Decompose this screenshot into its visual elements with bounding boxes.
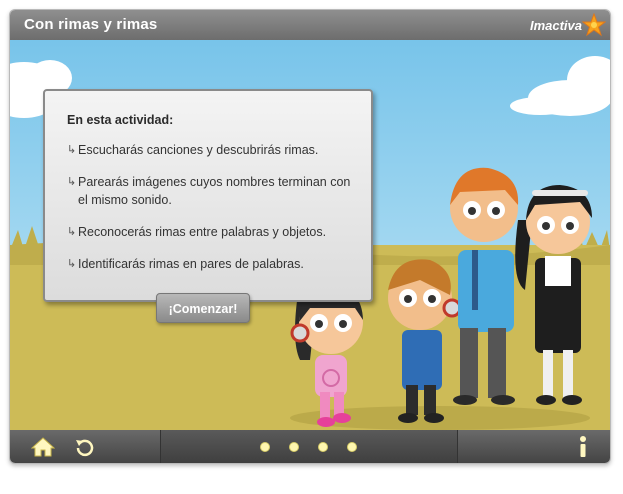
bullet-arrow-icon: ↳ — [67, 226, 77, 238]
info-icon — [580, 435, 586, 457]
bullet-arrow-icon: ↳ — [67, 176, 77, 188]
app-title: Con rimas y rimas — [24, 16, 158, 33]
replay-icon — [76, 439, 94, 456]
list-item: ↳ Escucharás canciones y descubrirás rim… — [67, 143, 319, 157]
page-dot[interactable] — [318, 442, 328, 452]
page-dot[interactable] — [347, 442, 357, 452]
list-item: ↳ Identificarás rimas en pares de palabr… — [67, 257, 304, 271]
page-dot[interactable] — [289, 442, 299, 452]
brand-logo: Imactiva — [530, 13, 606, 37]
list-item: ↳ Parearás imágenes cuyos nombres termin… — [67, 175, 351, 207]
list-item: ↳ Reconocerás rimas entre palabras y obj… — [67, 225, 327, 239]
activity-info-panel: En esta actividad: ↳ Escucharás cancione… — [43, 89, 373, 302]
star-icon — [582, 13, 606, 37]
app-frame: Con rimas y rimas Imactiva En esta activ… — [9, 9, 611, 464]
bottom-toolbar — [10, 430, 610, 463]
bullet-arrow-icon: ↳ — [67, 258, 77, 270]
info-button[interactable] — [568, 430, 598, 463]
home-icon — [31, 436, 55, 456]
page-dot[interactable] — [260, 442, 270, 452]
home-button[interactable] — [28, 430, 58, 463]
start-button[interactable]: ¡Comenzar! — [156, 293, 250, 323]
bullet-arrow-icon: ↳ — [67, 144, 77, 156]
brand-name: Imactiva — [529, 17, 582, 33]
panel-heading: En esta actividad: — [67, 113, 174, 127]
replay-button[interactable] — [70, 430, 100, 463]
page-indicator — [160, 430, 458, 463]
title-bar: Con rimas y rimas Imactiva — [10, 10, 610, 41]
panel-card: En esta actividad: ↳ Escucharás cancione… — [43, 89, 373, 302]
